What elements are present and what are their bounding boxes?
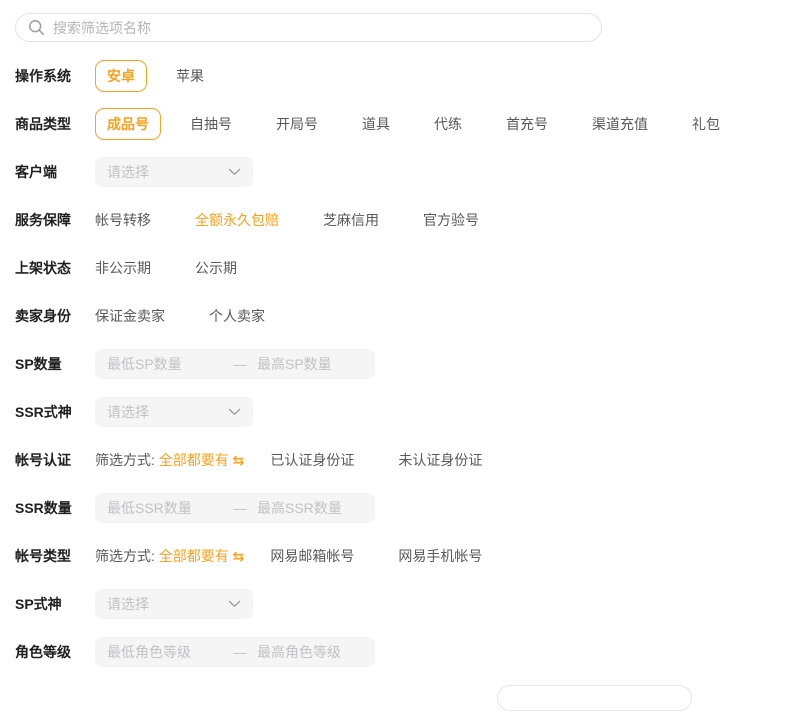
range-max-placeholder: 最高SSR数量	[257, 498, 363, 518]
filter-option[interactable]: 保证金卖家	[95, 306, 165, 326]
filter-row: SP式神请选择	[0, 580, 797, 628]
filter-option[interactable]: 已认证身份证	[270, 450, 354, 470]
filter-row-items: 请选择	[95, 157, 297, 187]
filter-option[interactable]: 开局号	[276, 114, 318, 134]
filter-row-items: 最低SP数量—最高SP数量	[95, 349, 419, 379]
filter-row: 卖家身份保证金卖家 个人卖家	[0, 292, 797, 340]
filter-row-items: 最低角色等级—最高角色等级	[95, 637, 419, 667]
filter-row: SSR式神请选择	[0, 388, 797, 436]
filter-option[interactable]: 道具	[362, 114, 390, 134]
select-dropdown[interactable]: 请选择	[95, 397, 253, 427]
filter-option[interactable]: 官方验号	[423, 210, 479, 230]
filter-row-items: 非公示期 公示期	[95, 258, 281, 278]
filter-option-selected[interactable]: 全额永久包赔	[195, 210, 279, 230]
filter-row-label: 上架状态	[15, 258, 95, 278]
filter-row-items: 最低SSR数量—最高SSR数量	[95, 493, 419, 523]
chevron-down-icon	[228, 408, 241, 416]
range-input[interactable]: 最低角色等级—最高角色等级	[95, 637, 375, 667]
range-input[interactable]: 最低SSR数量—最高SSR数量	[95, 493, 375, 523]
filter-row-label: 角色等级	[15, 642, 95, 662]
filter-row-items: 保证金卖家 个人卖家	[95, 306, 309, 326]
range-min-placeholder: 最低SP数量	[107, 354, 233, 374]
search-placeholder: 搜索筛选项名称	[53, 18, 151, 38]
select-placeholder: 请选择	[107, 402, 149, 422]
select-placeholder: 请选择	[107, 162, 149, 182]
filter-option[interactable]: 首充号	[506, 114, 548, 134]
filter-row-label: 客户端	[15, 162, 95, 182]
filter-option[interactable]: 未认证身份证	[398, 450, 482, 470]
filter-row: SP数量最低SP数量—最高SP数量	[0, 340, 797, 388]
select-placeholder: 请选择	[107, 594, 149, 614]
filter-row-label: 卖家身份	[15, 306, 95, 326]
filter-row-label: 帐号认证	[15, 450, 95, 470]
swap-icon: ⇆	[233, 452, 245, 468]
search-input[interactable]: 搜索筛选项名称	[15, 13, 602, 42]
select-dropdown[interactable]: 请选择	[95, 589, 253, 619]
filter-row-label: 服务保障	[15, 210, 95, 230]
filter-row-label: SSR数量	[15, 498, 95, 518]
filter-row-items: 成品号 自抽号 开局号 道具 代练 首充号 渠道充值 礼包	[95, 108, 764, 140]
filter-option[interactable]: 帐号转移	[95, 210, 151, 230]
filter-row-label: SSR式神	[15, 402, 95, 422]
filter-row-label: 商品类型	[15, 114, 95, 134]
filter-row-label: SP式神	[15, 594, 95, 614]
search-icon	[28, 19, 45, 36]
range-min-placeholder: 最低SSR数量	[107, 498, 233, 518]
filter-option[interactable]: 网易邮箱帐号	[270, 546, 354, 566]
filter-mode-value: 全部都要有	[159, 452, 229, 468]
select-dropdown[interactable]: 请选择	[95, 157, 253, 187]
filter-row-label: 帐号类型	[15, 546, 95, 566]
chevron-down-icon	[228, 600, 241, 608]
swap-icon: ⇆	[233, 548, 245, 564]
filter-rows: 操作系统安卓苹果商品类型成品号自抽号开局号道具代练首充号渠道充值礼包客户端请选择…	[0, 52, 797, 676]
range-min-placeholder: 最低角色等级	[107, 642, 233, 662]
filter-option[interactable]: 自抽号	[190, 114, 232, 134]
filter-row: 服务保障帐号转移 全额永久包赔 芝麻信用 官方验号	[0, 196, 797, 244]
filter-row-items: 筛选方式: 全部都要有 ⇆ 已认证身份证 未认证身份证	[95, 450, 526, 470]
filter-option[interactable]: 苹果	[176, 66, 204, 86]
filter-row: SSR数量最低SSR数量—最高SSR数量	[0, 484, 797, 532]
filter-mode-prefix: 筛选方式:	[95, 452, 155, 468]
range-max-placeholder: 最高SP数量	[257, 354, 363, 374]
filter-row: 商品类型成品号 自抽号 开局号 道具 代练 首充号 渠道充值 礼包	[0, 100, 797, 148]
filter-row-items: 安卓 苹果	[95, 60, 248, 92]
filter-row-items: 筛选方式: 全部都要有 ⇆ 网易邮箱帐号 网易手机帐号	[95, 546, 526, 566]
range-separator: —	[233, 356, 257, 372]
filter-option[interactable]: 芝麻信用	[323, 210, 379, 230]
filter-row: 客户端请选择	[0, 148, 797, 196]
filter-option-selected[interactable]: 安卓	[95, 60, 147, 92]
filter-row-label: 操作系统	[15, 66, 95, 86]
filter-option[interactable]: 礼包	[692, 114, 720, 134]
filter-row-items: 请选择	[95, 589, 297, 619]
filter-option[interactable]: 个人卖家	[209, 306, 265, 326]
filter-panel: 搜索筛选项名称 操作系统安卓 苹果商品类型成品号 自抽号 开局号 道具 代练 首充号 渠道充值…	[0, 13, 797, 694]
filter-option[interactable]: 渠道充值	[592, 114, 648, 134]
filter-row: 上架状态非公示期 公示期	[0, 244, 797, 292]
filter-option-selected[interactable]: 成品号	[95, 108, 161, 140]
filter-option[interactable]: 非公示期	[95, 258, 151, 278]
filter-row: 帐号类型筛选方式: 全部都要有 ⇆ 网易邮箱帐号 网易手机帐号	[0, 532, 797, 580]
filter-row-label: SP数量	[15, 354, 95, 374]
chevron-down-icon	[228, 168, 241, 176]
filter-row-items: 帐号转移 全额永久包赔 芝麻信用 官方验号	[95, 210, 523, 230]
filter-row: 操作系统安卓 苹果	[0, 52, 797, 100]
filter-mode-toggle[interactable]: 筛选方式: 全部都要有 ⇆	[95, 546, 244, 566]
range-separator: —	[233, 500, 257, 516]
filter-mode-value: 全部都要有	[159, 548, 229, 564]
bottom-partial-button[interactable]	[497, 685, 692, 711]
filter-option[interactable]: 代练	[434, 114, 462, 134]
filter-mode-toggle[interactable]: 筛选方式: 全部都要有 ⇆	[95, 450, 244, 470]
range-input[interactable]: 最低SP数量—最高SP数量	[95, 349, 375, 379]
filter-row: 帐号认证筛选方式: 全部都要有 ⇆ 已认证身份证 未认证身份证	[0, 436, 797, 484]
filter-row-items: 请选择	[95, 397, 297, 427]
range-max-placeholder: 最高角色等级	[257, 642, 363, 662]
range-separator: —	[233, 644, 257, 660]
filter-row: 角色等级最低角色等级—最高角色等级	[0, 628, 797, 676]
filter-mode-prefix: 筛选方式:	[95, 548, 155, 564]
filter-option[interactable]: 网易手机帐号	[398, 546, 482, 566]
filter-option[interactable]: 公示期	[195, 258, 237, 278]
